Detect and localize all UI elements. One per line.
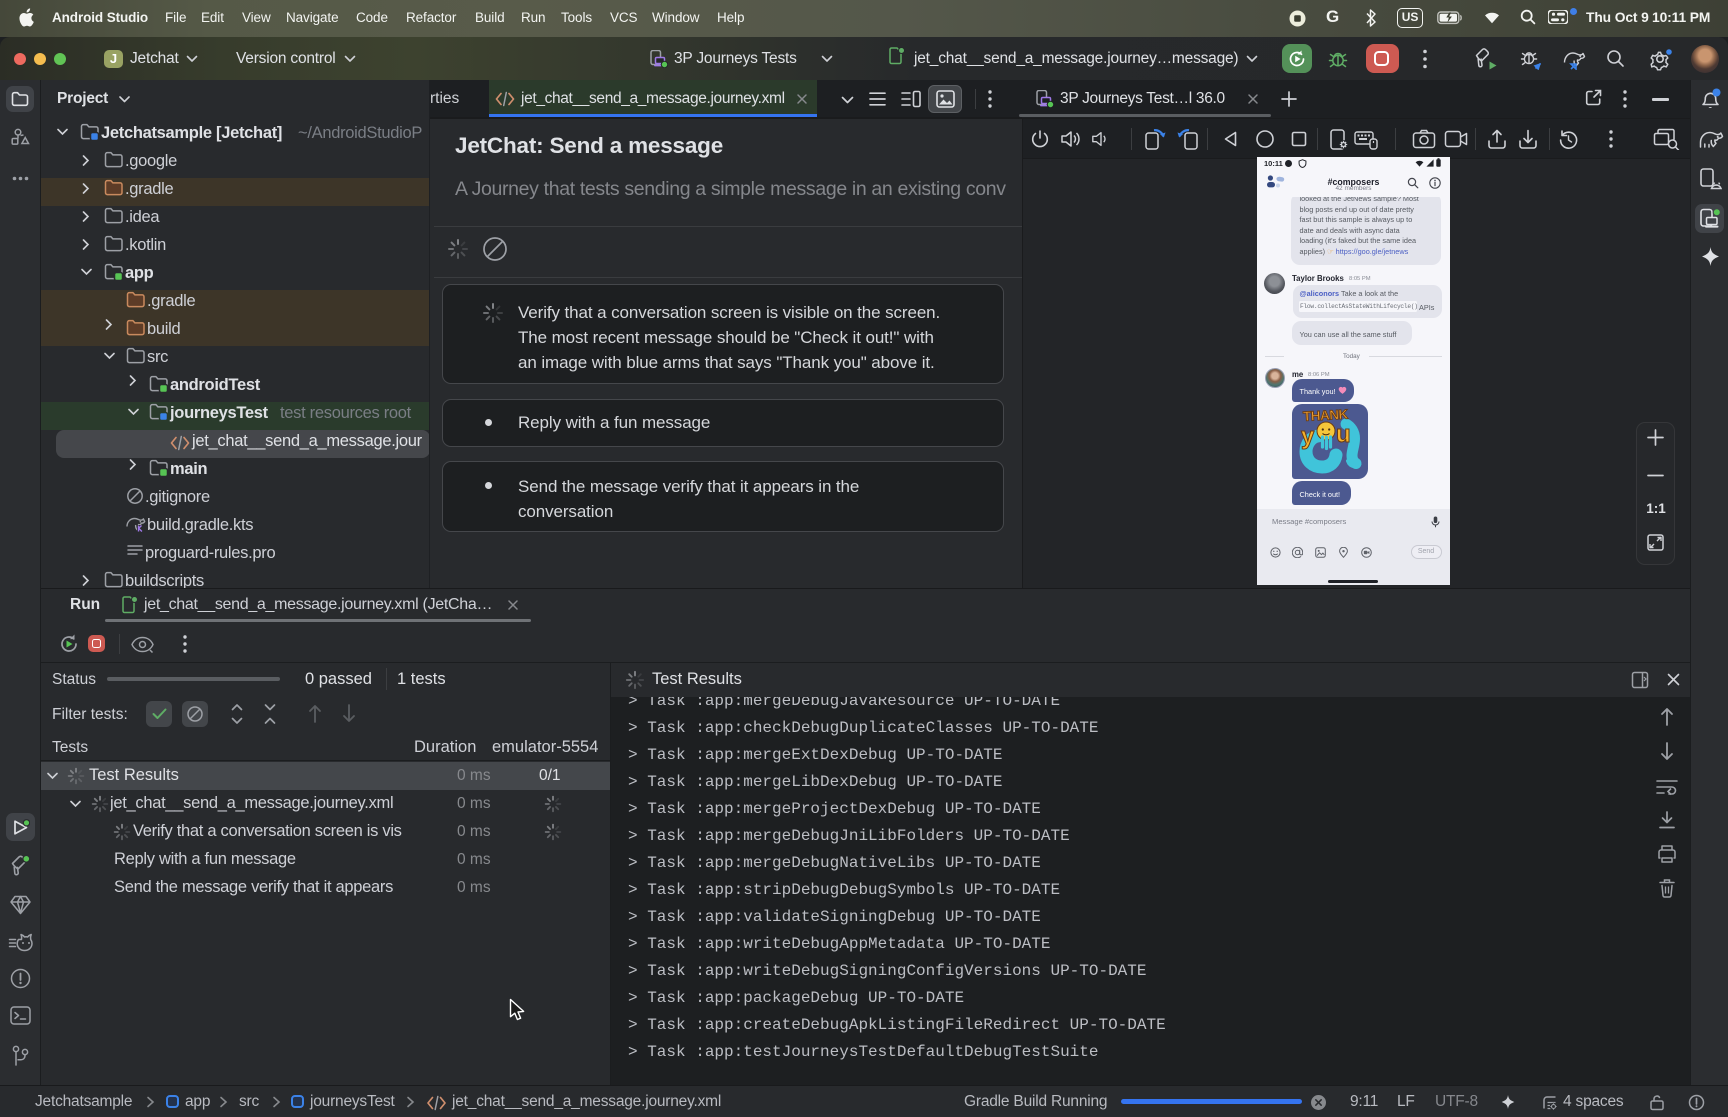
svg-text:u: u — [1336, 421, 1351, 448]
svg-text:y: y — [1301, 423, 1315, 450]
